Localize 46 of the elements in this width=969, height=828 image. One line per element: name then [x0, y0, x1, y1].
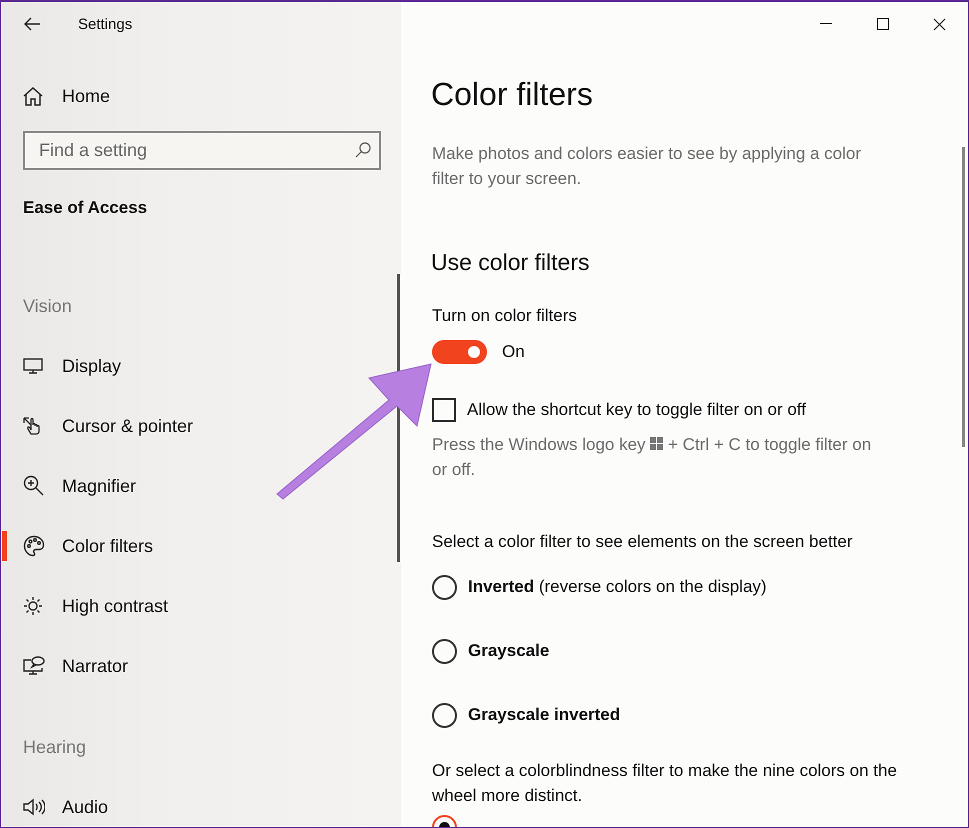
nav-item[interactable]: Display — [2, 351, 382, 381]
close-icon[interactable] — [933, 18, 946, 30]
page-description: Make photos and colors easier to see by applying a color filter to your screen. — [432, 143, 862, 190]
search-field[interactable]: Find a setting — [23, 131, 381, 170]
monitor-icon — [23, 357, 43, 375]
nav-item[interactable]: Magnifier — [2, 471, 382, 501]
scrollbar[interactable] — [962, 147, 965, 447]
hint-text: or off. — [432, 460, 476, 479]
toggle-state: On — [502, 342, 525, 362]
minimize-icon[interactable] — [820, 23, 832, 25]
checkbox-label: Allow the shortcut key to toggle filter on or off — [467, 400, 806, 420]
toggle-switch[interactable] — [432, 340, 487, 364]
group-heading: Hearing — [23, 737, 88, 759]
nav-item[interactable]: Narrator — [2, 651, 382, 681]
checkbox[interactable] — [432, 398, 456, 422]
nav-item[interactable]: Cursor & pointer — [2, 411, 382, 441]
magnifier-icon — [23, 475, 45, 497]
toggle-label: Turn on color filters — [432, 306, 578, 327]
window-title: Settings — [78, 16, 132, 32]
section-heading: Ease of Access — [23, 198, 148, 219]
nav-item[interactable]: High contrast — [2, 591, 382, 621]
home-link[interactable]: Home — [62, 86, 110, 106]
search-icon — [355, 142, 371, 158]
radio-button[interactable] — [432, 574, 457, 600]
sun-icon — [23, 596, 43, 616]
radio-label: Grayscale inverted — [468, 705, 620, 725]
maximize-icon[interactable] — [876, 18, 888, 30]
radio-label: Inverted (reverse colors on the display) — [468, 577, 767, 597]
radio-label: Grayscale — [468, 641, 550, 661]
back-arrow-icon[interactable] — [23, 17, 41, 31]
radio-button[interactable] — [432, 702, 457, 728]
page-title: Color filters — [431, 75, 594, 114]
radio-button[interactable] — [432, 638, 457, 664]
group-heading: Vision — [23, 296, 73, 318]
colorblind-prompt: Or select a colorblindness filter to make the nine colors on the wheel more distinct. — [432, 760, 898, 807]
nav-item[interactable]: Color filters — [2, 531, 382, 561]
palette-icon — [23, 535, 45, 557]
narrator-icon — [23, 656, 45, 676]
nav-item[interactable]: Audio — [2, 792, 382, 822]
home-icon — [23, 86, 43, 106]
section-heading: Use color filters — [431, 249, 590, 277]
hint-text: + Ctrl + C to toggle filter on — [668, 435, 872, 454]
windows-logo-icon — [650, 437, 664, 450]
speaker-icon — [23, 797, 45, 817]
hint-text: Press the Windows logo key — [432, 435, 646, 454]
filter-prompt: Select a color filter to see elements on the screen better — [432, 532, 854, 553]
